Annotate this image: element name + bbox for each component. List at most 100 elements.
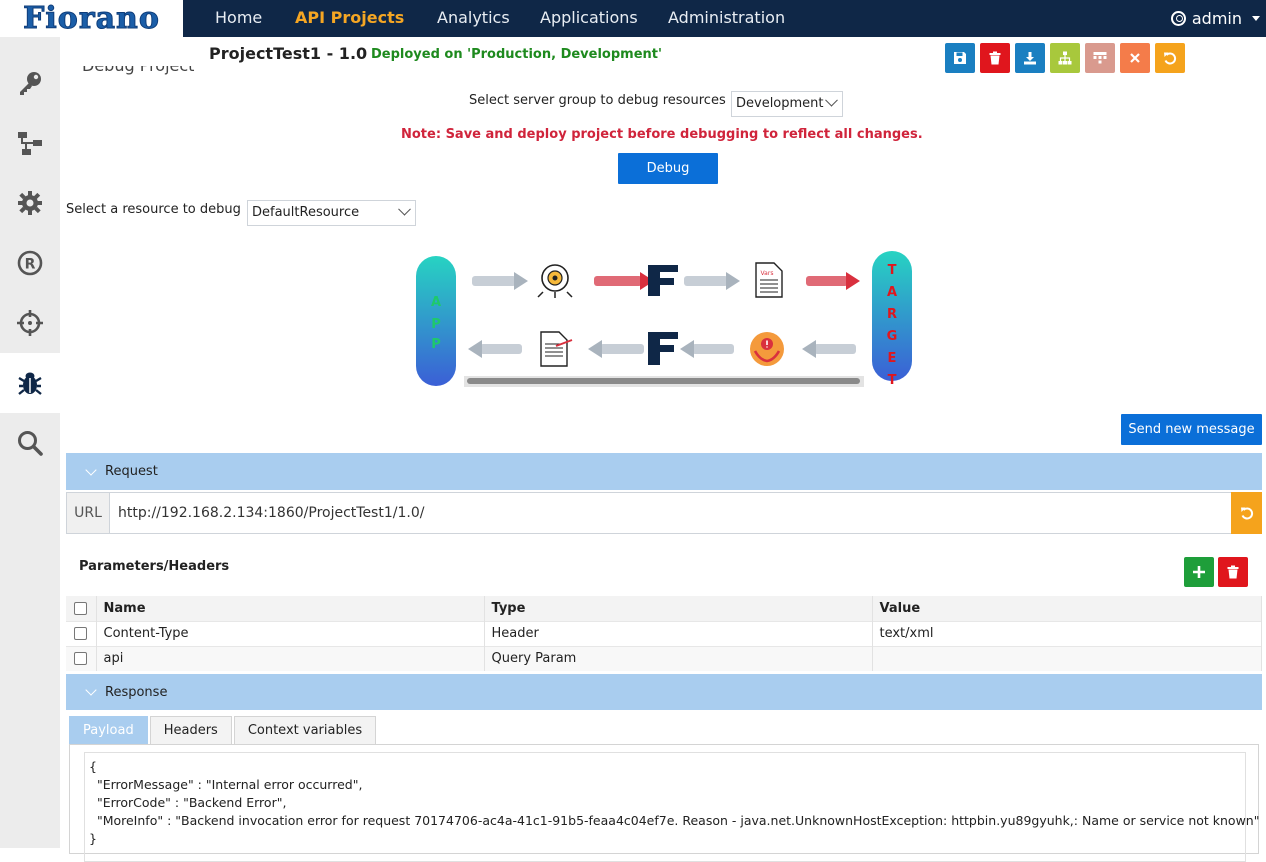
table-header-row: Name Type Value bbox=[66, 596, 1262, 621]
bug-icon bbox=[18, 372, 42, 395]
tab-headers[interactable]: Headers bbox=[149, 716, 232, 744]
table-row[interactable]: api Query Param bbox=[66, 645, 1262, 671]
server-group-select[interactable]: Development bbox=[731, 91, 843, 117]
nav-administration[interactable]: Administration bbox=[668, 0, 785, 37]
trash-icon bbox=[1227, 565, 1239, 579]
chevron-down-icon bbox=[825, 93, 838, 107]
delete-project-button[interactable] bbox=[980, 43, 1010, 73]
sidebar-item-search[interactable] bbox=[0, 413, 60, 473]
response-arrow-4[interactable] bbox=[802, 340, 856, 358]
section-heading-clipped: Debug Project bbox=[82, 66, 242, 86]
column-header-name[interactable]: Name bbox=[96, 596, 485, 621]
chevron-down-icon bbox=[1252, 16, 1260, 21]
sidebar-item-settings[interactable] bbox=[0, 173, 60, 233]
nav-api-projects[interactable]: API Projects bbox=[295, 0, 404, 37]
svg-text:Vars: Vars bbox=[761, 270, 774, 277]
table-row[interactable]: Content-Type Header text/xml bbox=[66, 620, 1262, 646]
plus-icon bbox=[1193, 566, 1205, 578]
fiorano-f-icon[interactable] bbox=[648, 265, 678, 296]
debug-note: Note: Save and deploy project before deb… bbox=[401, 127, 923, 142]
logo-text: Fiorano bbox=[23, 1, 160, 37]
target-letter-5: T bbox=[888, 373, 897, 388]
param-type[interactable]: Query Param bbox=[484, 645, 873, 671]
param-name[interactable]: Content-Type bbox=[96, 620, 485, 646]
resource-label: Select a resource to debug bbox=[66, 202, 241, 217]
app-node[interactable]: A P P bbox=[416, 256, 456, 386]
server-group-value: Development bbox=[736, 96, 824, 111]
fiorano-f-icon[interactable] bbox=[648, 332, 678, 365]
flow-icon bbox=[18, 132, 42, 155]
param-value[interactable]: text/xml bbox=[872, 620, 1262, 646]
column-header-value[interactable]: Value bbox=[872, 596, 1262, 621]
deploy-status: Deployed on 'Production, Development' bbox=[371, 47, 662, 62]
error-handler-icon[interactable] bbox=[750, 332, 784, 366]
target-letter-4: E bbox=[888, 351, 897, 366]
nav-home[interactable]: Home bbox=[215, 0, 262, 37]
user-menu[interactable]: admin bbox=[1170, 0, 1260, 37]
request-arrow-1[interactable] bbox=[472, 272, 528, 290]
sidebar-item-flows[interactable] bbox=[0, 113, 60, 173]
param-name[interactable]: api bbox=[96, 645, 485, 671]
row-checkbox-cell bbox=[66, 645, 97, 671]
table-icon bbox=[1093, 52, 1107, 64]
row-checkbox-cell bbox=[66, 620, 97, 646]
nav-applications[interactable]: Applications bbox=[540, 0, 638, 37]
params-headers-title: Parameters/Headers bbox=[79, 559, 230, 574]
response-arrow-1[interactable] bbox=[468, 340, 522, 358]
sidebar-item-debug[interactable] bbox=[0, 353, 60, 413]
target-node[interactable]: T A R G E T bbox=[872, 251, 912, 388]
reset-url-button[interactable] bbox=[1231, 492, 1262, 534]
download-button[interactable] bbox=[1015, 43, 1045, 73]
debug-flow-diagram: A P P T A R G E T Vars bbox=[416, 251, 912, 388]
save-button[interactable] bbox=[945, 43, 975, 73]
row-checkbox[interactable] bbox=[74, 627, 87, 640]
project-title: ProjectTest1 - 1.0 bbox=[209, 44, 368, 63]
fiorano-logo[interactable]: Fiorano bbox=[0, 0, 183, 37]
request-section-header[interactable]: Request bbox=[66, 453, 1262, 490]
param-value[interactable] bbox=[872, 645, 1262, 671]
tab-payload[interactable]: Payload bbox=[69, 716, 148, 744]
row-checkbox[interactable] bbox=[74, 652, 87, 666]
policy-gear-icon[interactable] bbox=[537, 264, 573, 298]
app-letter-2: P bbox=[431, 337, 441, 352]
url-input[interactable] bbox=[111, 493, 1231, 533]
sidebar-item-registered[interactable]: R bbox=[0, 233, 60, 293]
delete-param-button[interactable] bbox=[1218, 557, 1248, 587]
trash-icon bbox=[989, 51, 1001, 65]
column-header-type[interactable]: Type bbox=[484, 596, 873, 621]
undo-button[interactable] bbox=[1155, 43, 1185, 73]
app-letter-1: P bbox=[431, 317, 441, 332]
request-arrow-3[interactable] bbox=[684, 272, 740, 290]
response-arrow-3[interactable] bbox=[680, 340, 734, 358]
tab-context-variables[interactable]: Context variables bbox=[233, 716, 377, 744]
send-new-message-button[interactable]: Send new message bbox=[1121, 414, 1262, 445]
url-label: URL bbox=[67, 493, 110, 533]
project-toolbar bbox=[945, 43, 1185, 73]
edit-document-icon[interactable] bbox=[540, 331, 573, 367]
sidebar-item-target[interactable] bbox=[0, 293, 60, 353]
response-payload[interactable]: { "ErrorMessage" : "Internal error occur… bbox=[84, 752, 1259, 862]
chevron-down-icon bbox=[398, 202, 411, 216]
param-type[interactable]: Header bbox=[484, 620, 873, 646]
app-letter-0: A bbox=[431, 295, 441, 310]
gear-icon bbox=[18, 191, 42, 215]
user-name: admin bbox=[1191, 8, 1242, 28]
close-button[interactable] bbox=[1120, 43, 1150, 73]
request-arrow-2[interactable] bbox=[594, 272, 654, 290]
sidebar-item-keys[interactable] bbox=[0, 53, 60, 113]
search-icon bbox=[18, 431, 43, 456]
resource-select[interactable]: DefaultResource bbox=[247, 200, 416, 226]
debug-button[interactable]: Debug bbox=[618, 153, 718, 184]
response-arrow-2[interactable] bbox=[588, 340, 644, 358]
vars-document-icon[interactable]: Vars bbox=[755, 262, 783, 298]
response-section-title: Response bbox=[105, 684, 168, 700]
response-section-header[interactable]: Response bbox=[66, 674, 1262, 710]
target-letter-3: G bbox=[887, 329, 898, 344]
select-all-checkbox[interactable] bbox=[74, 601, 87, 615]
flow-scrollbar[interactable] bbox=[464, 376, 864, 387]
table-button[interactable] bbox=[1085, 43, 1115, 73]
sitemap-button[interactable] bbox=[1050, 43, 1080, 73]
request-arrow-4[interactable] bbox=[806, 272, 860, 290]
nav-analytics[interactable]: Analytics bbox=[437, 0, 510, 37]
add-param-button[interactable] bbox=[1184, 557, 1214, 587]
